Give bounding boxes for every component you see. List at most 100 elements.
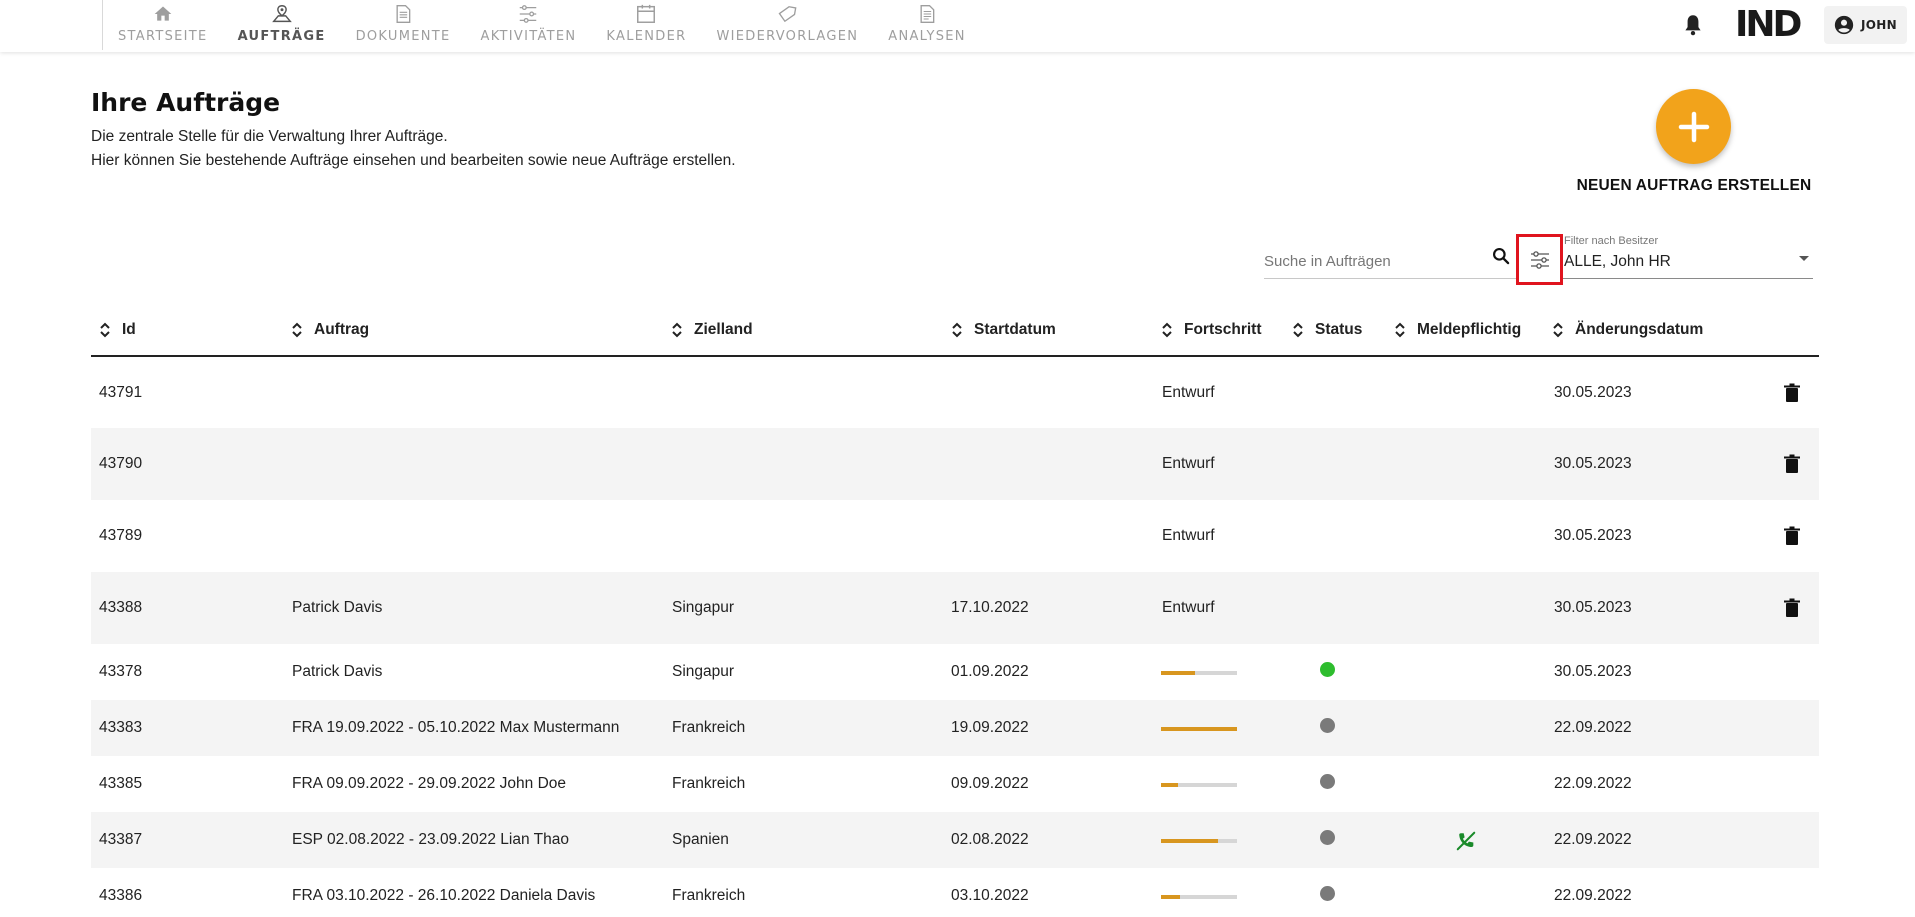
- search-icon[interactable]: [1491, 246, 1511, 266]
- progress-bar-fill: [1161, 895, 1180, 899]
- column-header-id[interactable]: Id: [99, 320, 136, 340]
- cell-aenderungsdatum: 22.09.2022: [1554, 887, 1632, 904]
- search-input[interactable]: [1264, 253, 1484, 270]
- new-order-button[interactable]: [1656, 89, 1731, 164]
- notifications-bell-icon[interactable]: [1680, 12, 1706, 38]
- nav-item-dokumente[interactable]: DOKUMENTE: [341, 0, 466, 52]
- status-dot: [1320, 886, 1335, 901]
- status-dot: [1320, 662, 1335, 677]
- main-nav: STARTSEITE AUFTRÄGE DOKUMENTE AKTIVITÄTE…: [103, 0, 981, 52]
- progress-bar-fill: [1161, 839, 1218, 843]
- table-row[interactable]: 43388 Patrick Davis Singapur 17.10.2022 Entw…: [91, 572, 1819, 644]
- cell-zielland: Singapur: [672, 599, 735, 616]
- column-header-auftrag[interactable]: Auftrag: [291, 320, 369, 340]
- filter-settings-button[interactable]: [1516, 234, 1563, 285]
- cell-id: 43790: [99, 455, 143, 472]
- cell-startdatum: 02.08.2022: [951, 831, 1029, 848]
- column-header-fortschritt[interactable]: Fortschritt: [1161, 320, 1262, 340]
- cell-startdatum: 09.09.2022: [951, 775, 1029, 792]
- column-header-meldepflichtig[interactable]: Meldepflichtig: [1394, 320, 1521, 340]
- table-row[interactable]: 43791 Entwurf 30.05.2023: [91, 357, 1819, 428]
- user-menu-button[interactable]: JOHN: [1824, 6, 1907, 44]
- cell-auftrag: Patrick Davis: [292, 599, 383, 616]
- column-header-status[interactable]: Status: [1292, 320, 1362, 340]
- cell-fortschritt-text: Entwurf: [1162, 455, 1215, 472]
- cell-id: 43383: [99, 719, 143, 736]
- delete-trash-icon[interactable]: [1783, 454, 1801, 474]
- nav-item-auftraege[interactable]: AUFTRÄGE: [223, 0, 341, 52]
- nav-item-startseite[interactable]: STARTSEITE: [103, 0, 223, 52]
- map-pin-icon: [271, 3, 293, 25]
- search-field: [1264, 244, 1516, 279]
- table-row[interactable]: 43789 Entwurf 30.05.2023: [91, 500, 1819, 572]
- nav-item-analysen[interactable]: ANALYSEN: [873, 0, 981, 52]
- cell-id: 43386: [99, 887, 143, 904]
- brand-logo: IND: [1735, 4, 1802, 45]
- cell-aenderungsdatum: 22.09.2022: [1554, 775, 1632, 792]
- owner-filter-select[interactable]: Filter nach Besitzer ALLE, John HR: [1563, 233, 1813, 279]
- cell-auftrag: FRA 03.10.2022 - 26.10.2022 Daniela Davi…: [292, 887, 596, 904]
- report-icon: [916, 3, 938, 25]
- table-row[interactable]: 43790 Entwurf 30.05.2023: [91, 428, 1819, 500]
- nav-label-auftraege: AUFTRÄGE: [237, 29, 326, 44]
- owner-filter-caption: Filter nach Besitzer: [1564, 235, 1659, 247]
- page-subtitle-line2: Hier können Sie bestehende Aufträge eins…: [91, 152, 736, 169]
- delete-trash-icon[interactable]: [1783, 383, 1801, 403]
- table-header: Id Auftrag Zielland Startdatum Fortschri…: [91, 310, 1819, 357]
- sort-icon: [671, 322, 683, 338]
- column-header-aenderungsdatum[interactable]: Änderungsdatum: [1552, 320, 1703, 340]
- sort-icon: [1292, 322, 1304, 338]
- account-circle-icon: [1834, 15, 1854, 35]
- column-header-label: Fortschritt: [1184, 321, 1262, 338]
- nav-item-wiedervorlagen[interactable]: WIEDERVORLAGEN: [701, 0, 873, 52]
- sliders-icon: [517, 3, 539, 25]
- delete-trash-icon[interactable]: [1783, 526, 1801, 546]
- cell-zielland: Frankreich: [672, 775, 746, 792]
- cell-startdatum: 01.09.2022: [951, 663, 1029, 680]
- cell-auftrag: Patrick Davis: [292, 663, 383, 680]
- filter-sliders-icon: [1530, 250, 1549, 269]
- delete-trash-icon[interactable]: [1783, 598, 1801, 618]
- progress-bar: [1161, 839, 1237, 843]
- cell-aenderungsdatum: 30.05.2023: [1554, 599, 1632, 616]
- nav-label-aktivitaeten: AKTIVITÄTEN: [480, 29, 577, 44]
- cell-startdatum: 03.10.2022: [951, 887, 1029, 904]
- nav-label-dokumente: DOKUMENTE: [355, 29, 451, 44]
- cell-aenderungsdatum: 30.05.2023: [1554, 455, 1632, 472]
- new-order-label[interactable]: NEUEN AUFTRAG ERSTELLEN: [1560, 177, 1828, 195]
- nav-label-startseite: STARTSEITE: [118, 29, 208, 44]
- column-header-label: Id: [122, 321, 136, 338]
- cell-startdatum: 17.10.2022: [951, 599, 1029, 616]
- sort-icon: [99, 322, 111, 338]
- table-row[interactable]: 43378 Patrick Davis Singapur 01.09.2022 30.0…: [91, 644, 1819, 700]
- column-header-zielland[interactable]: Zielland: [671, 320, 753, 340]
- table-row[interactable]: 43386 FRA 03.10.2022 - 26.10.2022 Daniela…: [91, 868, 1819, 917]
- column-header-startdatum[interactable]: Startdatum: [951, 320, 1056, 340]
- progress-bar: [1161, 783, 1237, 787]
- nav-item-kalender[interactable]: KALENDER: [591, 0, 701, 52]
- table-row[interactable]: 43385 FRA 09.09.2022 - 29.09.2022 John Do…: [91, 756, 1819, 812]
- cell-auftrag: ESP 02.08.2022 - 23.09.2022 Lian Thao: [292, 831, 569, 848]
- cell-aenderungsdatum: 22.09.2022: [1554, 831, 1632, 848]
- progress-bar-fill: [1161, 671, 1196, 675]
- cell-zielland: Frankreich: [672, 719, 746, 736]
- column-header-label: Zielland: [694, 321, 753, 338]
- cell-fortschritt-text: Entwurf: [1162, 527, 1215, 544]
- sort-icon: [951, 322, 963, 338]
- sort-icon: [1161, 322, 1173, 338]
- column-header-label: Meldepflichtig: [1417, 321, 1522, 338]
- cell-id: 43385: [99, 775, 143, 792]
- cell-id: 43387: [99, 831, 143, 848]
- table-row[interactable]: 43387 ESP 02.08.2022 - 23.09.2022 Lian Th…: [91, 812, 1819, 868]
- column-header-label: Änderungsdatum: [1575, 321, 1704, 338]
- status-dot: [1320, 718, 1335, 733]
- cell-id: 43378: [99, 663, 143, 680]
- sort-icon: [1394, 322, 1406, 338]
- cell-fortschritt-text: Entwurf: [1162, 383, 1215, 401]
- cell-id: 43388: [99, 599, 143, 616]
- user-name-label: JOHN: [1861, 18, 1897, 32]
- cell-aenderungsdatum: 22.09.2022: [1554, 719, 1632, 736]
- progress-bar: [1161, 727, 1237, 731]
- nav-item-aktivitaeten[interactable]: AKTIVITÄTEN: [466, 0, 592, 52]
- table-row[interactable]: 43383 FRA 19.09.2022 - 05.10.2022 Max Mus…: [91, 700, 1819, 756]
